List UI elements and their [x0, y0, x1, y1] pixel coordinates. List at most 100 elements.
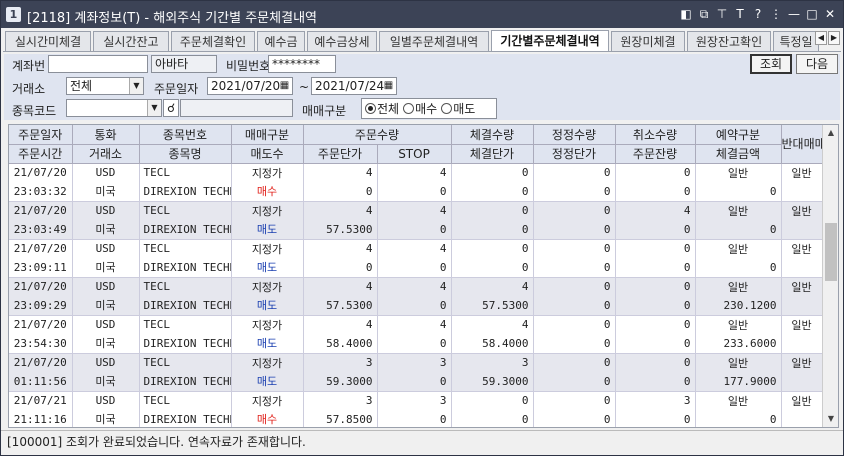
header-reserve-type[interactable]: 예약구분: [695, 125, 782, 145]
table-row[interactable]: 21/07/20 USD TECL 지정가 4 4 0 0 0 일반 일반: [9, 163, 823, 182]
order-grid[interactable]: 주문일자 통화 종목번호 매매구분 주문수량 체결수량 정정수량 취소수량 예약…: [8, 124, 839, 428]
font-size-icon[interactable]: T: [733, 6, 747, 23]
stock-name-field: [180, 99, 293, 117]
account-number-field[interactable]: [48, 55, 148, 73]
header-order-time[interactable]: 주문시간: [9, 144, 73, 164]
header-stock-code[interactable]: 종목번호: [139, 125, 232, 145]
tab-daily-order-fill[interactable]: 일별주문체결내역: [379, 31, 489, 51]
cell-mod-price: 0: [533, 410, 616, 427]
cell-type: 지정가: [231, 353, 304, 372]
password-field[interactable]: ********: [268, 55, 336, 73]
cell-mod-price: 0: [533, 258, 616, 278]
cell-exec-price: 0: [451, 220, 534, 240]
chevron-down-icon[interactable]: ▼: [129, 78, 143, 94]
tab-ledger-unfilled[interactable]: 원장미체결: [611, 31, 685, 51]
copy-window-icon[interactable]: ⧉: [697, 6, 711, 23]
table-row[interactable]: 21/07/20 USD TECL 지정가 3 3 3 0 0 일반 일반: [9, 353, 823, 372]
cell-name: DIREXION TECHN: [139, 372, 232, 392]
close-icon[interactable]: ✕: [823, 6, 837, 23]
cell-cancel-qty: 0: [615, 239, 696, 258]
table-row[interactable]: 23:03:49 미국 DIREXION TECHN 매도 57.5300 0 0 0 0 0: [9, 220, 823, 240]
table-row[interactable]: 23:09:11 미국 DIREXION TECHN 매도 0 0 0 0 0 0: [9, 258, 823, 278]
tab-period-order-fill[interactable]: 기간별주문체결내역: [491, 30, 609, 51]
cell-empty: [781, 296, 823, 316]
calendar-icon[interactable]: ▦: [382, 79, 395, 93]
header-currency[interactable]: 통화: [72, 125, 140, 145]
cell-empty: [781, 258, 823, 278]
table-row[interactable]: 23:54:30 미국 DIREXION TECHN 매도 58.4000 0 58.400…: [9, 334, 823, 354]
cell-date: 21/07/20: [9, 315, 73, 334]
next-button[interactable]: 다음: [796, 54, 838, 74]
cell-counter: 일반: [781, 315, 823, 334]
header-exec-price[interactable]: 체결단가: [451, 144, 534, 164]
header-order-price[interactable]: 주문단가: [303, 144, 378, 164]
stock-code-input[interactable]: ▼: [66, 99, 162, 117]
table-row[interactable]: 21/07/20 USD TECL 지정가 4 4 0 0 0 일반 일반: [9, 239, 823, 258]
table-row[interactable]: 23:03:32 미국 DIREXION TECHN 매수 0 0 0 0 0 0: [9, 182, 823, 202]
header-order-date[interactable]: 주문일자: [9, 125, 73, 145]
cell-stop-qty: 4: [377, 239, 452, 258]
header-exec-amount[interactable]: 체결금액: [695, 144, 782, 164]
maximize-icon[interactable]: □: [805, 6, 819, 23]
scrollbar-thumb[interactable]: [825, 223, 837, 281]
header-stock-name[interactable]: 종목명: [139, 144, 232, 164]
table-row[interactable]: 21/07/20 USD TECL 지정가 4 4 0 0 4 일반 일반: [9, 201, 823, 220]
calendar-icon[interactable]: ▦: [278, 79, 291, 93]
header-remain-qty[interactable]: 주문잔량: [615, 144, 696, 164]
link-window-icon[interactable]: ◧: [679, 6, 693, 23]
tab-scroll-right-button[interactable]: ▶: [828, 31, 840, 45]
cell-exchange: 미국: [72, 258, 140, 278]
header-exec-qty[interactable]: 체결수량: [451, 125, 534, 145]
date-to-field[interactable]: 2021/07/24 ▦: [311, 77, 397, 95]
chevron-down-icon[interactable]: ▼: [147, 100, 161, 116]
cell-counter: 일반: [781, 353, 823, 372]
tab-realtime-unfilled[interactable]: 실시간미체결: [5, 31, 91, 51]
tab-ledger-balance[interactable]: 원장잔고확인: [687, 31, 771, 51]
table-row[interactable]: 21/07/20 USD TECL 지정가 4 4 4 0 0 일반 일반: [9, 315, 823, 334]
header-exchange[interactable]: 거래소: [72, 144, 140, 164]
tab-deposit[interactable]: 예수금: [257, 31, 305, 51]
cell-price: 0: [303, 182, 378, 202]
grid-vertical-scrollbar[interactable]: ▲ ▼: [822, 125, 838, 427]
header-counter-trade[interactable]: 반대매매: [781, 125, 823, 164]
tab-deposit-detail[interactable]: 예수금상세: [307, 31, 377, 51]
tab-specific-date[interactable]: 특정일: [773, 31, 819, 51]
app-icon[interactable]: 1: [6, 7, 21, 22]
radio-sell[interactable]: 매도: [441, 100, 475, 117]
tab-scroll-left-button[interactable]: ◀: [815, 31, 827, 45]
header-cancel-qty[interactable]: 취소수량: [615, 125, 696, 145]
cell-currency: USD: [72, 201, 140, 220]
cell-exec-qty: 0: [451, 239, 534, 258]
cell-amount: 0: [695, 220, 782, 240]
search-icon[interactable]: ☌: [163, 99, 179, 117]
header-order-qty[interactable]: 주문수량: [303, 125, 452, 145]
cell-side: 매도: [231, 296, 304, 316]
header-mod-qty[interactable]: 정정수량: [533, 125, 616, 145]
cell-code: TECL: [139, 391, 232, 410]
table-row[interactable]: 21:11:16 미국 DIREXION TECHN 매수 57.8500 0 0 0 0 0: [9, 410, 823, 427]
tab-realtime-balance[interactable]: 실시간잔고: [93, 31, 169, 51]
pin-icon[interactable]: ⊤: [715, 6, 729, 23]
date-from-field[interactable]: 2021/07/20 ▦: [207, 77, 293, 95]
minimize-icon[interactable]: —: [787, 6, 801, 23]
query-button[interactable]: 조회: [750, 54, 792, 74]
tab-order-fill-check[interactable]: 주문체결확인: [171, 31, 255, 51]
header-mod-price[interactable]: 정정단가: [533, 144, 616, 164]
table-row[interactable]: 23:09:29 미국 DIREXION TECHN 매도 57.5300 0 57.530…: [9, 296, 823, 316]
cell-price: 57.8500: [303, 410, 378, 427]
exchange-select[interactable]: 전체 ▼: [66, 77, 144, 95]
header-trade-type[interactable]: 매매구분: [231, 125, 304, 145]
radio-buy[interactable]: 매수: [403, 100, 437, 117]
scroll-down-icon[interactable]: ▼: [823, 411, 839, 427]
header-side[interactable]: 매도수: [231, 144, 304, 164]
table-row[interactable]: 21/07/20 USD TECL 지정가 4 4 4 0 0 일반 일반: [9, 277, 823, 296]
scroll-up-icon[interactable]: ▲: [823, 125, 839, 141]
radio-all[interactable]: 전체: [365, 100, 399, 117]
cell-remain: 0: [615, 296, 696, 316]
menu-icon[interactable]: ⋮: [769, 6, 783, 23]
table-row[interactable]: 21/07/21 USD TECL 지정가 3 3 0 0 3 일반 일반: [9, 391, 823, 410]
help-icon[interactable]: ?: [751, 6, 765, 23]
table-row[interactable]: 01:11:56 미국 DIREXION TECHN 매도 59.3000 0 59.300…: [9, 372, 823, 392]
header-stop[interactable]: STOP: [377, 144, 452, 164]
cell-reserve: 일반: [695, 239, 782, 258]
